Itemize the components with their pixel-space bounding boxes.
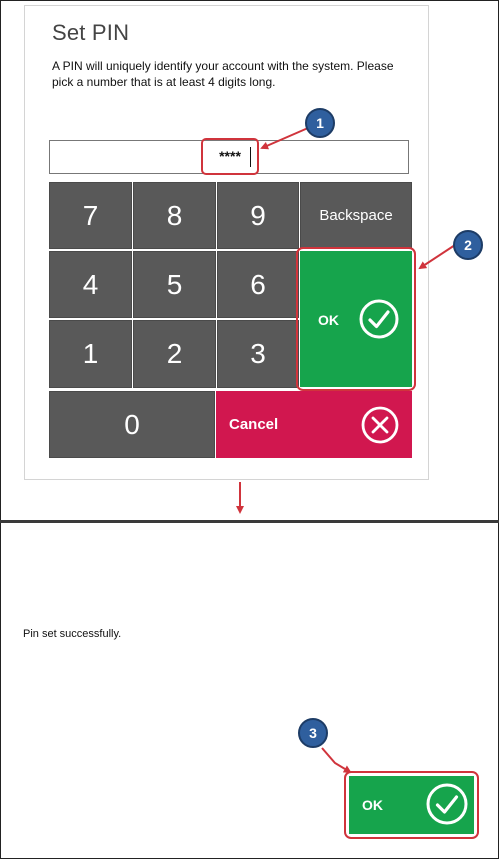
section-divider bbox=[0, 520, 499, 523]
arrow-2 bbox=[418, 244, 456, 270]
callout-badge-2: 2 bbox=[453, 230, 483, 260]
arrow-3 bbox=[321, 747, 352, 774]
arrow-1 bbox=[260, 127, 309, 150]
success-message: Pin set successfully. bbox=[23, 628, 122, 640]
callout-badge-1: 1 bbox=[305, 108, 335, 138]
callout-arrows bbox=[236, 127, 456, 774]
confirm-ok-highlight-box bbox=[344, 771, 479, 839]
callout-badge-3: 3 bbox=[298, 718, 328, 748]
